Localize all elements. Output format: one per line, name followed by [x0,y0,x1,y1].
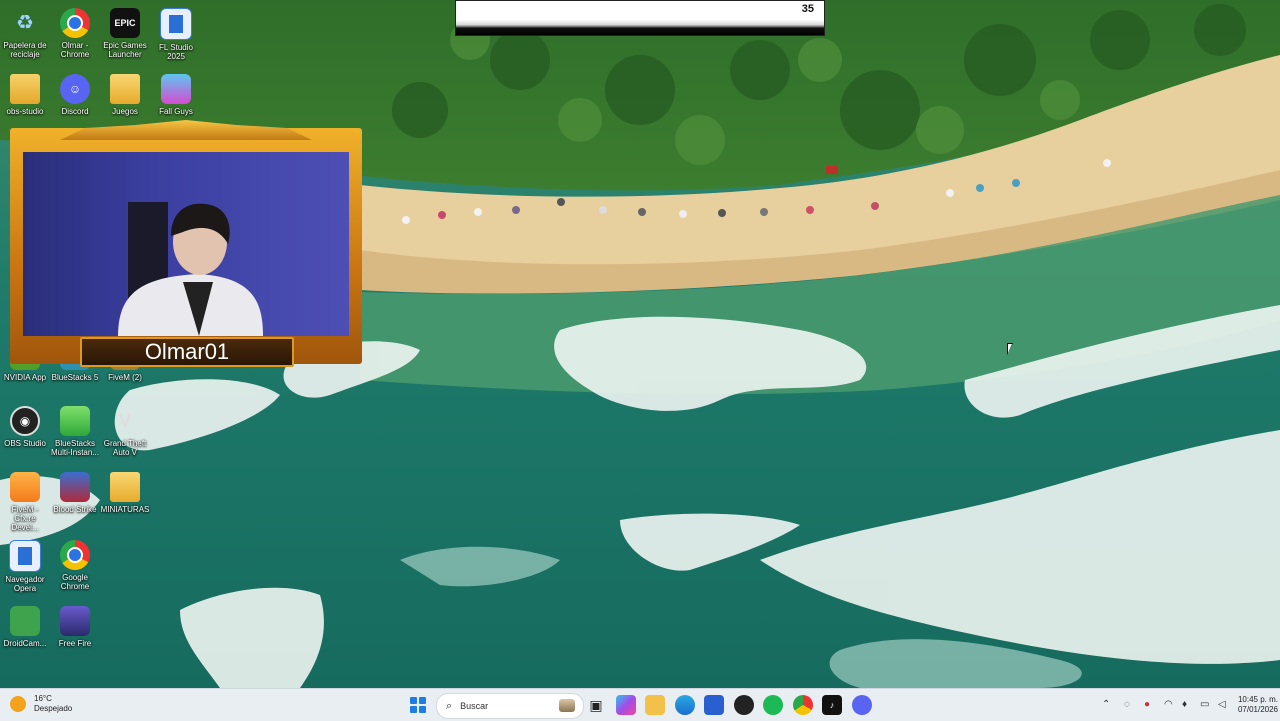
stream-alert-bar: 35 [455,0,825,36]
desktop-icon-bluestacks-multi[interactable]: BlueStacks Multi-Instan... [50,406,100,457]
weather-widget[interactable]: 16°C Despejado [10,694,72,714]
microphone-icon[interactable]: ♦ [1182,699,1187,710]
weather-description: Despejado [34,704,73,713]
tiktok-icon[interactable]: ♪ [822,695,842,715]
streamer-name-plate: Olmar01 [80,337,294,367]
desktop-icon-discord[interactable]: ☺ Discord [50,74,100,116]
discord-taskbar-icon[interactable] [852,695,872,715]
fl-studio-icon [160,8,192,40]
desktop-icon-blood-strike[interactable]: Blood Strike [50,472,100,514]
desktop-icon-fl-studio[interactable]: FL Studio 2025 [151,8,201,61]
tray-record-icon[interactable]: ● [1144,699,1150,710]
desktop-icon-droidcam[interactable]: DroidCam... [0,606,50,648]
chrome-icon [60,540,90,570]
desktop-icon-epic-games[interactable]: EPIC Epic Games Launcher [100,8,150,59]
copilot-icon[interactable] [616,695,636,715]
desktop-icon-obs-studio[interactable]: ◉ OBS Studio [0,406,50,448]
microsoft-store-icon[interactable] [704,695,724,715]
folder-icon [110,74,140,104]
viewer-count: 35 [801,3,814,15]
desktop-icon-google-chrome[interactable]: Google Chrome [50,540,100,591]
epic-games-icon: EPIC [110,8,140,38]
weather-moon-icon [10,696,26,712]
clock-time: 10:45 p. m. [1237,695,1278,704]
search-placeholder: Buscar [460,701,489,711]
search-highlight-icon [559,699,575,712]
clock-date: 07/01/2026 [1237,705,1278,714]
desktop-icon-fivem-devel[interactable]: FiveM - Cfx.re Devel... [0,472,50,532]
free-fire-icon [60,606,90,636]
bluestacks-multi-icon [60,406,90,436]
obs-icon: ◉ [10,406,40,436]
taskbar-clock[interactable]: 10:45 p. m. 07/01/2026 [1222,695,1278,715]
desktop-icon-opera[interactable]: Navegador Opera [0,540,50,593]
folder-icon [110,472,140,502]
desktop-icon-juegos[interactable]: Juegos [100,74,150,116]
fivem-icon [10,472,40,502]
weather-temperature: 16°C [34,694,52,703]
windows-logo-icon [410,697,417,704]
desktop-icon-free-fire[interactable]: Free Fire [50,606,100,648]
edge-icon[interactable] [675,695,695,715]
task-view-icon[interactable]: ▣ [586,695,606,715]
desktop-icon-olmar-chrome[interactable]: Olmar - Chrome [50,8,100,59]
start-button[interactable] [410,697,426,713]
chevron-up-icon[interactable]: ⌃ [1102,699,1110,710]
chrome-taskbar-icon[interactable] [793,695,813,715]
droidcam-icon [10,606,40,636]
mouse-cursor-icon [1007,343,1017,355]
opera-icon [9,540,41,572]
spotify-icon[interactable] [763,695,783,715]
wifi-icon[interactable]: ◠ [1164,699,1173,710]
blood-strike-icon [60,472,90,502]
desktop-icon-miniaturas[interactable]: MINIATURAS [100,472,150,514]
obs-taskbar-icon[interactable] [734,695,754,715]
recycle-bin-icon: ♻ [16,11,34,34]
gta-v-icon: V [118,410,131,431]
folder-icon [10,74,40,104]
desktop-icon-obs-studio-folder[interactable]: obs-studio [0,74,50,116]
desktop-icon-fall-guys[interactable]: Fall Guys [151,74,201,116]
taskbar-search[interactable]: ⌕ Buscar [436,693,584,719]
tray-app-icon[interactable]: ◌ [1124,699,1130,710]
file-explorer-icon[interactable] [645,695,665,715]
webcam-feed [23,152,349,336]
desktop-icon-recycle-bin[interactable]: ♻ Papelera de reciclaje [0,8,50,60]
chrome-icon [60,8,90,38]
streamer-silhouette [118,202,263,336]
fall-guys-icon [161,74,191,104]
discord-icon: ☺ [60,74,90,104]
network-icon[interactable]: ▭ [1200,699,1209,710]
search-icon: ⌕ [446,699,453,712]
taskbar: 16°C Despejado ⌕ Buscar ▣ ♪ ⌃ ◌ ● ◠ ♦ ▭ … [0,688,1280,721]
desktop-icon-gta-v[interactable]: V Grand Theft Auto V [100,406,150,458]
